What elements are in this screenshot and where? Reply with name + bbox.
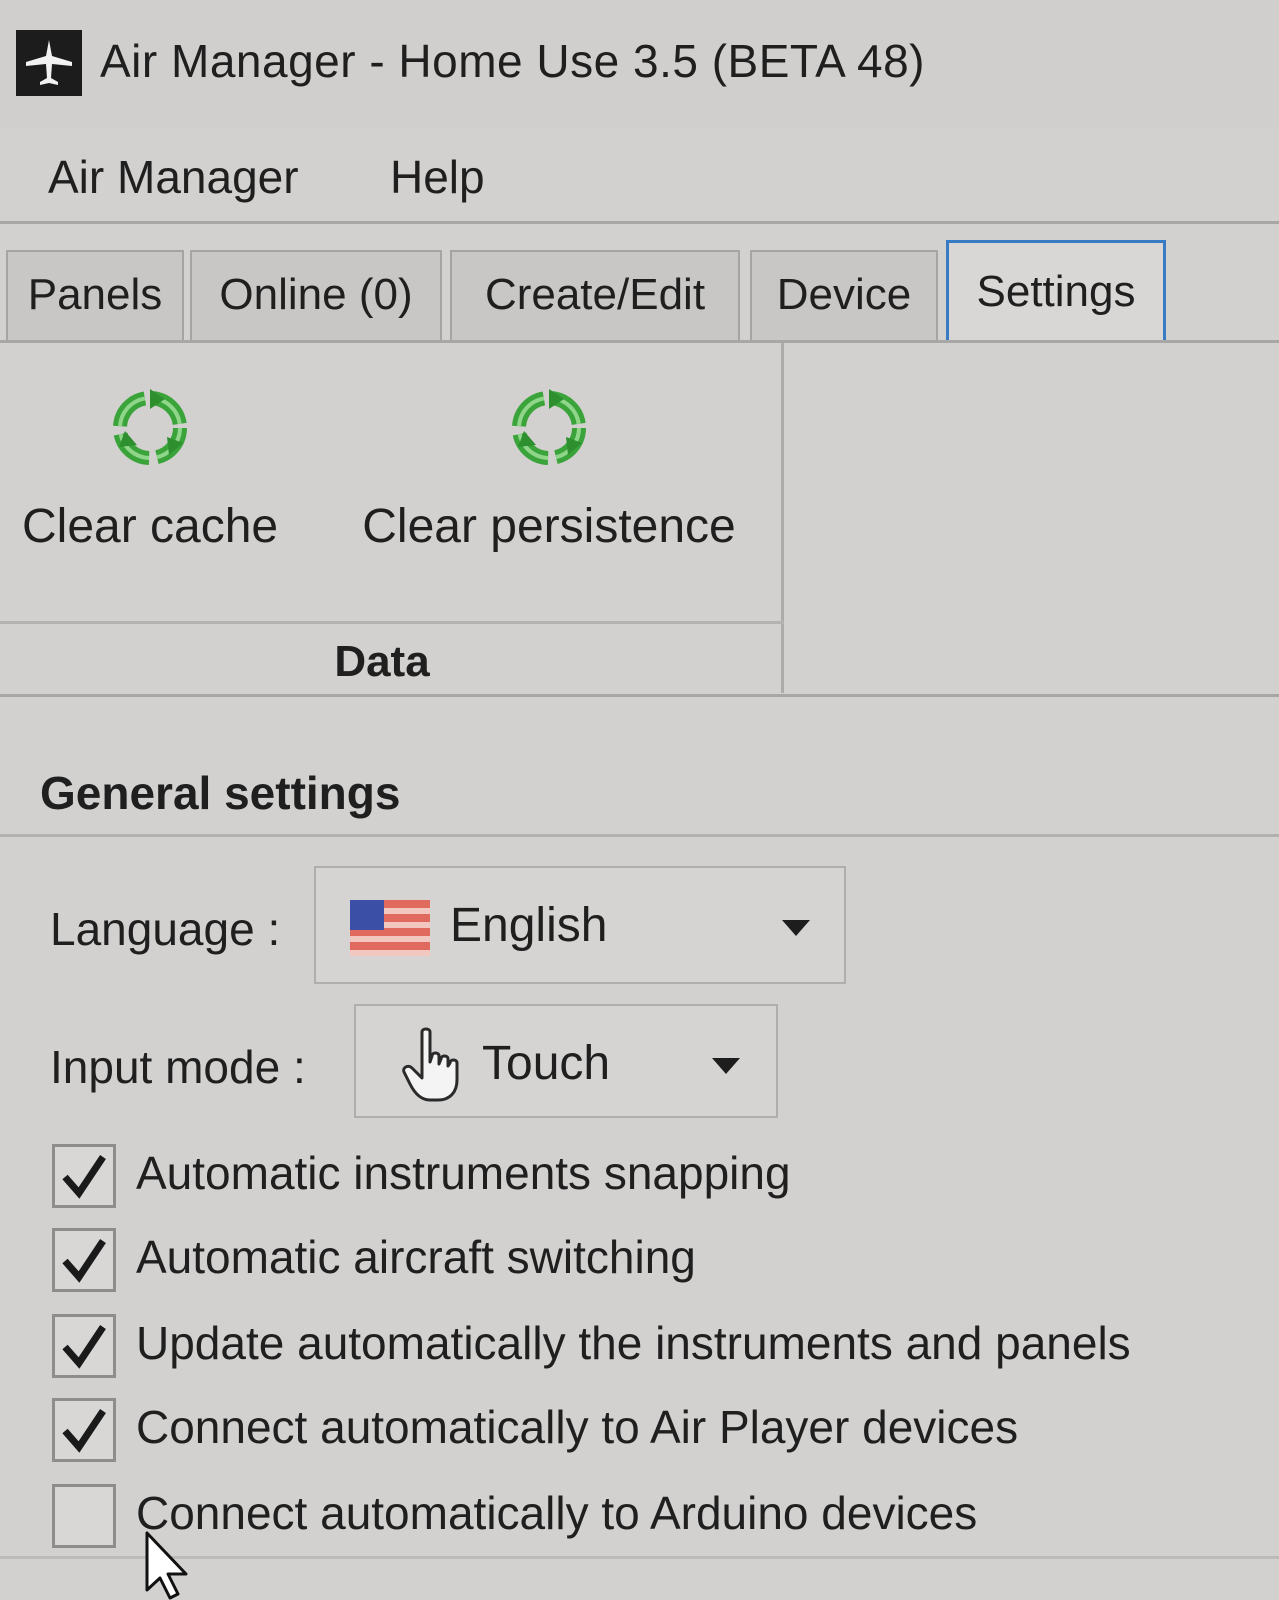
- language-value: English: [450, 899, 608, 952]
- hand-pointer-icon: [400, 1026, 464, 1104]
- clear-persistence-button[interactable]: Clear persistence: [362, 383, 736, 554]
- input-mode-label: Input mode :: [50, 1041, 306, 1093]
- checkbox[interactable]: [52, 1144, 116, 1208]
- checkbox[interactable]: [52, 1314, 116, 1378]
- tab-device[interactable]: Device: [750, 250, 938, 342]
- checkbox[interactable]: [52, 1484, 116, 1548]
- chevron-down-icon: [782, 920, 810, 936]
- checkbox[interactable]: [52, 1228, 116, 1292]
- general-settings-title: General settings: [40, 767, 401, 819]
- language-label: Language :: [50, 903, 281, 955]
- input-mode-value: Touch: [482, 1037, 611, 1090]
- option-label: Connect automatically to Air Player devi…: [136, 1401, 1019, 1453]
- us-flag-icon: [350, 900, 430, 956]
- title-bar: Air Manager - Home Use 3.5 (BETA 48): [0, 0, 1279, 128]
- airplane-icon: [16, 30, 82, 96]
- option-label: Automatic instruments snapping: [136, 1147, 791, 1199]
- option-label: Update automatically the instruments and…: [136, 1317, 1131, 1369]
- data-group: Clear cache Clear persistence Data: [0, 343, 784, 693]
- option-label: Connect automatically to Arduino devices: [136, 1487, 978, 1539]
- data-group-label: Data: [334, 637, 430, 686]
- chevron-down-icon: [712, 1058, 740, 1074]
- section-divider: [0, 834, 1279, 837]
- checkbox[interactable]: [52, 1398, 116, 1462]
- clear-cache-label: Clear cache: [22, 500, 279, 553]
- tab-create-edit[interactable]: Create/Edit: [450, 250, 740, 342]
- language-dropdown[interactable]: English: [314, 866, 846, 984]
- recycle-icon: [105, 383, 195, 473]
- tab-settings[interactable]: Settings: [946, 240, 1166, 346]
- menu-air-manager[interactable]: Air Manager: [48, 150, 299, 204]
- menu-help[interactable]: Help: [390, 150, 485, 204]
- tab-strip: Panels Online (0) Create/Edit Device Set…: [0, 224, 1279, 346]
- tab-online[interactable]: Online (0): [190, 250, 442, 342]
- clear-cache-button[interactable]: Clear cache: [22, 383, 278, 554]
- window-title: Air Manager - Home Use 3.5 (BETA 48): [100, 35, 925, 87]
- input-mode-dropdown[interactable]: Touch: [354, 1004, 778, 1118]
- ribbon: Clear cache Clear persistence Data: [0, 343, 1279, 697]
- recycle-icon: [504, 383, 594, 473]
- option-label: Automatic aircraft switching: [136, 1231, 696, 1283]
- group-separator: [0, 621, 784, 624]
- menu-bar: Air Manager Help: [0, 128, 1279, 224]
- air-manager-window: Air Manager - Home Use 3.5 (BETA 48) Air…: [0, 0, 1279, 1600]
- clear-persistence-label: Clear persistence: [362, 500, 736, 553]
- mouse-cursor-icon: [144, 1530, 194, 1600]
- tab-panels[interactable]: Panels: [6, 250, 184, 342]
